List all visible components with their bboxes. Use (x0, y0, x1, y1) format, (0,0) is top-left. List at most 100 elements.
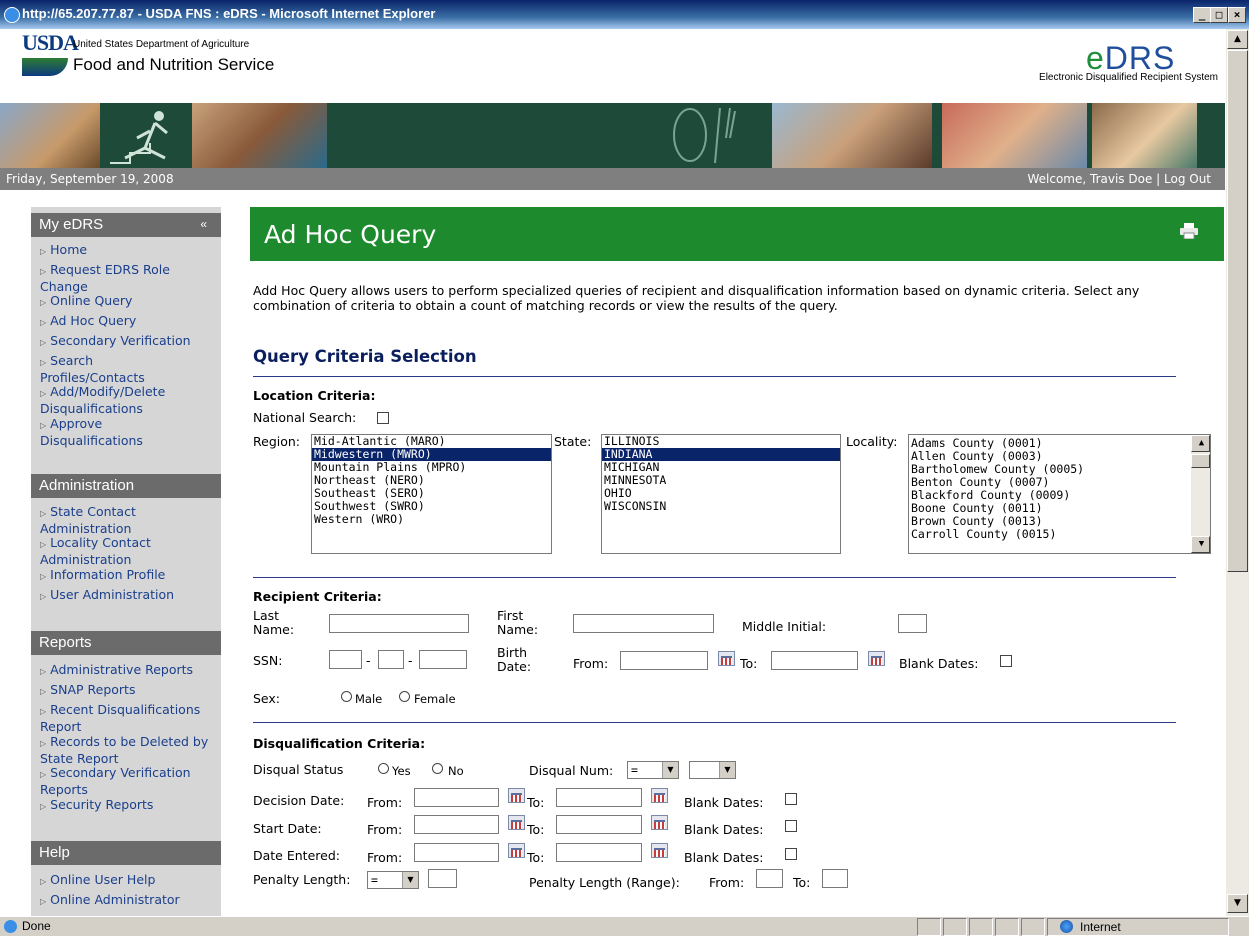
middle-initial-input[interactable] (898, 614, 927, 633)
disqual-num-operator-select[interactable]: = ▼ (627, 761, 679, 779)
region-option[interactable]: Western (WRO) (312, 513, 551, 526)
status-panel (943, 918, 967, 936)
agency-name: Food and Nutrition Service (73, 55, 275, 74)
calendar-icon[interactable] (508, 788, 525, 803)
date-entered-label: Date Entered: (253, 848, 340, 863)
sidebar-item-recent-disqualifications[interactable]: ▷ Recent Disqualifications Report (40, 702, 220, 734)
arrow-icon: ▷ (40, 247, 47, 256)
start-from-input[interactable] (414, 815, 499, 834)
divider (253, 577, 1176, 578)
decision-blank-checkbox[interactable] (785, 793, 797, 805)
welcome-logout-link[interactable]: Welcome, Travis Doe | Log Out (1027, 172, 1211, 186)
calendar-icon[interactable] (651, 843, 668, 858)
banner-photo-1 (0, 103, 100, 168)
penalty-operator-select[interactable]: = ▼ (367, 871, 419, 889)
disqual-status-label: Disqual Status (253, 762, 344, 777)
collapse-icon[interactable]: « (200, 217, 207, 231)
penalty-range-to-input[interactable] (822, 869, 848, 888)
divider (253, 722, 1176, 723)
ssn-part2-input[interactable] (378, 650, 404, 669)
calendar-icon[interactable] (868, 651, 885, 666)
first-name-input[interactable] (573, 614, 714, 633)
penalty-length-input[interactable] (428, 869, 457, 888)
disqual-yes-radio[interactable] (378, 763, 389, 774)
sex-female-radio[interactable] (399, 691, 410, 702)
ssn-part1-input[interactable] (329, 650, 362, 669)
calendar-icon[interactable] (718, 651, 735, 666)
sidebar-item-home[interactable]: ▷ Home (40, 242, 220, 259)
penalty-range-to-label: To: (793, 875, 811, 890)
birth-from-input[interactable] (620, 651, 708, 670)
locality-option[interactable]: Carroll County (0015) (909, 528, 1210, 541)
decision-to-input[interactable] (556, 788, 642, 807)
scroll-thumb[interactable] (1191, 454, 1210, 468)
sidebar-item-secondary-verification[interactable]: ▷ Secondary Verification (40, 333, 220, 350)
sidebar-item-online-query[interactable]: ▷ Online Query (40, 293, 220, 310)
ssn-dash: - (366, 653, 371, 668)
arrow-icon: ▷ (40, 318, 47, 327)
maximize-button[interactable]: □ (1210, 7, 1228, 23)
last-name-input[interactable] (329, 614, 469, 633)
penalty-range-from-input[interactable] (756, 869, 783, 888)
sex-male-radio[interactable] (341, 691, 352, 702)
edrs-logo-drs: DRS (1104, 40, 1176, 76)
disqual-num-value-select[interactable]: ▼ (689, 761, 736, 779)
minimize-button[interactable]: _ (1193, 7, 1211, 23)
sidebar-item-records-deleted[interactable]: ▷ Records to be Deleted by State Report (40, 734, 215, 766)
locality-listbox[interactable]: ▲ ▼ Adams County (0001) Allen County (000… (908, 434, 1211, 554)
sidebar-item-locality-contact[interactable]: ▷ Locality Contact Administration (40, 535, 190, 567)
start-blank-checkbox[interactable] (785, 820, 797, 832)
arrow-icon: ▷ (40, 877, 47, 886)
sidebar-item-security-reports[interactable]: ▷ Security Reports (40, 797, 220, 814)
decision-from-input[interactable] (414, 788, 499, 807)
print-icon[interactable] (1180, 223, 1198, 240)
scroll-down-icon[interactable]: ▼ (1191, 536, 1210, 553)
birth-from-label: From: (573, 656, 609, 671)
sidebar-item-request-role[interactable]: ▷ Request EDRS Role Change (40, 262, 220, 294)
birth-to-input[interactable] (771, 651, 858, 670)
arrow-icon: ▷ (40, 509, 47, 518)
sidebar-item-add-modify-delete[interactable]: ▷ Add/Modify/Delete Disqualifications (40, 384, 210, 416)
state-option[interactable]: MINNESOTA (602, 474, 840, 487)
sidebar-header-my-edrs: My eDRS « (31, 213, 221, 237)
sidebar-item-online-administrator[interactable]: ▷ Online Administrator (40, 892, 220, 909)
birth-blank-dates-checkbox[interactable] (1000, 655, 1012, 667)
scroll-thumb[interactable] (1227, 50, 1248, 572)
edrs-subtitle: Electronic Disqualified Recipient System (1039, 72, 1218, 83)
entered-to-input[interactable] (556, 843, 642, 862)
globe-icon (1060, 920, 1073, 933)
sidebar-item-snap-reports[interactable]: ▷ SNAP Reports (40, 682, 220, 699)
sidebar-item-user-administration[interactable]: ▷ User Administration (40, 587, 220, 604)
sidebar-item-online-user-help[interactable]: ▷ Online User Help (40, 872, 220, 889)
close-button[interactable]: × (1228, 7, 1246, 23)
sex-female-label: Female (414, 692, 456, 706)
sidebar-item-information-profile[interactable]: ▷ Information Profile (40, 567, 220, 584)
sidebar-item-state-contact[interactable]: ▷ State Contact Administration (40, 504, 190, 536)
national-search-checkbox[interactable] (377, 412, 389, 424)
entered-blank-checkbox[interactable] (785, 848, 797, 860)
locality-scrollbar[interactable]: ▲ ▼ (1191, 435, 1210, 553)
start-to-input[interactable] (556, 815, 642, 834)
state-listbox[interactable]: ILLINOIS INDIANA MICHIGAN MINNESOTA OHIO WISC… (601, 434, 841, 554)
sidebar-item-secondary-verification-reports[interactable]: ▷ Secondary Verification Reports (40, 765, 215, 797)
sidebar-item-search-profiles[interactable]: ▷ Search Profiles/Contacts (40, 353, 180, 385)
region-listbox[interactable]: Mid-Atlantic (MARO) Midwestern (MWRO) Moun… (311, 434, 552, 554)
scroll-up-icon[interactable]: ▲ (1191, 435, 1210, 452)
ssn-part3-input[interactable] (419, 650, 467, 669)
state-option[interactable]: WISCONSIN (602, 500, 840, 513)
scroll-down-icon[interactable]: ▼ (1227, 894, 1248, 913)
entered-from-input[interactable] (414, 843, 499, 862)
ssn-dash: - (408, 653, 413, 668)
sidebar-item-administrative-reports[interactable]: ▷ Administrative Reports (40, 662, 220, 679)
sidebar-header-administration: Administration (31, 474, 221, 498)
page-scrollbar[interactable]: ▲ ▼ (1226, 29, 1249, 916)
sidebar-item-ad-hoc-query[interactable]: ▷ Ad Hoc Query (40, 313, 220, 330)
sidebar-item-approve[interactable]: ▷ Approve Disqualifications (40, 416, 190, 448)
calendar-icon[interactable] (508, 843, 525, 858)
disqual-no-radio[interactable] (432, 763, 443, 774)
state-label: State: (554, 434, 592, 449)
calendar-icon[interactable] (508, 815, 525, 830)
calendar-icon[interactable] (651, 815, 668, 830)
scroll-up-icon[interactable]: ▲ (1227, 30, 1248, 49)
calendar-icon[interactable] (651, 788, 668, 803)
